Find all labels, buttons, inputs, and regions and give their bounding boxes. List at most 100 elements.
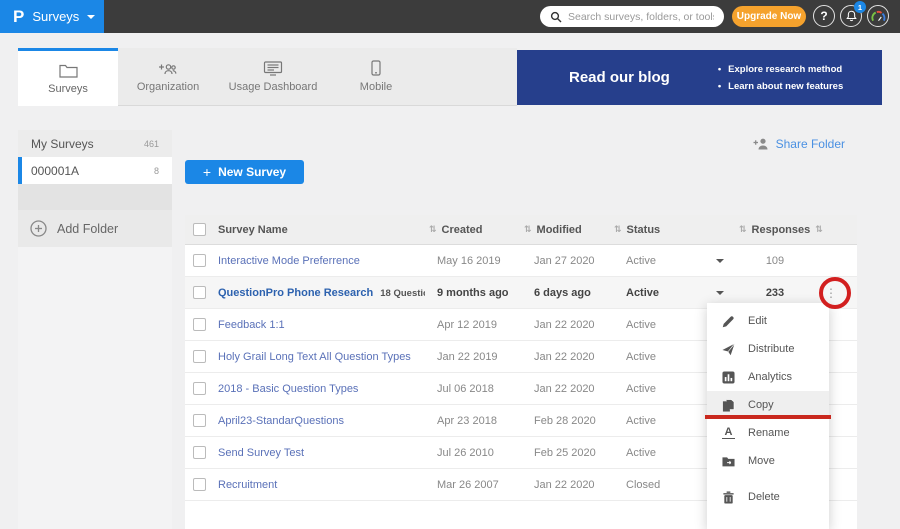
notifications-button[interactable]: 1 bbox=[840, 5, 862, 27]
status-cell: Active bbox=[610, 351, 705, 363]
survey-name-link[interactable]: Recruitment bbox=[215, 479, 425, 491]
header-survey-name[interactable]: Survey Name bbox=[215, 224, 425, 236]
share-folder-label: Share Folder bbox=[776, 137, 845, 151]
tab-usage-dashboard[interactable]: Usage Dashboard bbox=[218, 48, 328, 106]
status-cell: Active bbox=[610, 287, 705, 299]
row-checkbox[interactable] bbox=[193, 382, 206, 395]
survey-name-link[interactable]: April23-StandarQuestions bbox=[215, 415, 425, 427]
created-cell: May 16 2019 bbox=[425, 255, 520, 267]
created-cell: Jan 22 2019 bbox=[425, 351, 520, 363]
pencil-icon bbox=[722, 315, 735, 328]
row-checkbox[interactable] bbox=[193, 478, 206, 491]
banner-bullet: Explore research method bbox=[718, 61, 843, 78]
global-search bbox=[540, 6, 724, 27]
add-folder-label: Add Folder bbox=[57, 222, 118, 236]
share-person-icon bbox=[753, 138, 769, 150]
rename-icon: A bbox=[722, 427, 735, 439]
annotation-underline-copy bbox=[705, 415, 831, 419]
sort-icon[interactable]: ⇅ bbox=[614, 224, 622, 235]
sort-icon[interactable]: ⇅ bbox=[739, 224, 747, 235]
row-checkbox[interactable] bbox=[193, 318, 206, 331]
search-input[interactable] bbox=[568, 11, 714, 23]
header-status[interactable]: ⇅ Status bbox=[610, 224, 705, 236]
sidebar-item-000001a[interactable]: 000001A 8 bbox=[18, 157, 172, 184]
row-checkbox[interactable] bbox=[193, 414, 206, 427]
tab-mobile[interactable]: Mobile bbox=[328, 48, 424, 106]
menu-item-move[interactable]: Move bbox=[707, 447, 829, 475]
banner-bullet: Learn about new features bbox=[718, 78, 843, 95]
survey-name-link[interactable]: QuestionPro Phone Research18 Questions bbox=[215, 287, 425, 299]
status-cell: Closed bbox=[610, 479, 705, 491]
survey-name-link[interactable]: Feedback 1:1 bbox=[215, 319, 425, 331]
modified-cell: Jan 22 2020 bbox=[520, 383, 610, 395]
usage-meter-button[interactable] bbox=[867, 5, 889, 27]
modified-cell: Jan 22 2020 bbox=[520, 479, 610, 491]
folder-label: My Surveys bbox=[31, 137, 94, 151]
tab-surveys[interactable]: Surveys bbox=[18, 48, 118, 106]
status-dropdown-caret[interactable] bbox=[716, 291, 724, 295]
sort-icon[interactable]: ⇅ bbox=[815, 224, 823, 235]
header-created[interactable]: ⇅ Created bbox=[425, 224, 520, 236]
table-header-row: Survey Name ⇅ Created ⇅ Modified ⇅ Statu… bbox=[185, 215, 857, 245]
blog-banner[interactable]: Read our blog Explore research method Le… bbox=[517, 50, 882, 105]
survey-name-link[interactable]: Holy Grail Long Text All Question Types bbox=[215, 351, 425, 363]
status-cell: Active bbox=[610, 319, 705, 331]
menu-item-analytics[interactable]: Analytics bbox=[707, 363, 829, 391]
tab-label: Surveys bbox=[48, 83, 88, 95]
menu-item-delete[interactable]: Delete bbox=[707, 483, 829, 511]
chevron-down-icon bbox=[87, 15, 95, 19]
created-cell: 9 months ago bbox=[425, 287, 520, 299]
paper-plane-icon bbox=[722, 343, 735, 356]
banner-bullet-list: Explore research method Learn about new … bbox=[718, 61, 843, 95]
select-all-checkbox[interactable] bbox=[193, 223, 206, 236]
menu-item-edit[interactable]: Edit bbox=[707, 307, 829, 335]
responses-cell: 233 bbox=[735, 287, 805, 299]
status-cell: Active bbox=[610, 383, 705, 395]
mobile-phone-icon bbox=[370, 60, 382, 76]
sort-icon[interactable]: ⇅ bbox=[429, 224, 437, 235]
help-button[interactable]: ? bbox=[813, 5, 835, 27]
tab-organization[interactable]: Organization bbox=[118, 48, 218, 106]
row-checkbox[interactable] bbox=[193, 286, 206, 299]
tab-label: Mobile bbox=[360, 81, 392, 93]
created-cell: Mar 26 2007 bbox=[425, 479, 520, 491]
add-folder-button[interactable]: Add Folder bbox=[18, 210, 172, 247]
row-checkbox[interactable] bbox=[193, 350, 206, 363]
top-bar: P Surveys Upgrade Now ? 1 bbox=[0, 0, 900, 33]
folders-sidebar: My Surveys 461 000001A 8 Add Folder bbox=[18, 130, 172, 529]
survey-name-link[interactable]: Send Survey Test bbox=[215, 447, 425, 459]
modified-cell: Jan 22 2020 bbox=[520, 351, 610, 363]
tabstrip-filler bbox=[424, 48, 517, 106]
product-menu[interactable]: P Surveys bbox=[0, 0, 104, 33]
survey-name-link[interactable]: Interactive Mode Preferrence bbox=[215, 255, 425, 267]
status-cell: Active bbox=[610, 447, 705, 459]
row-checkbox[interactable] bbox=[193, 254, 206, 267]
folder-label: 000001A bbox=[31, 164, 79, 178]
created-cell: Apr 23 2018 bbox=[425, 415, 520, 427]
sidebar-spacer bbox=[18, 184, 172, 210]
move-folder-icon bbox=[722, 455, 735, 468]
folder-count: 8 bbox=[154, 166, 159, 176]
copy-icon bbox=[722, 399, 735, 412]
header-modified[interactable]: ⇅ Modified bbox=[520, 224, 610, 236]
tab-label: Organization bbox=[137, 81, 199, 93]
folder-count: 461 bbox=[144, 139, 159, 149]
sidebar-item-my-surveys[interactable]: My Surveys 461 bbox=[18, 130, 172, 157]
gauge-icon bbox=[871, 10, 886, 23]
search-icon bbox=[550, 11, 562, 23]
share-folder-link[interactable]: Share Folder bbox=[753, 137, 845, 151]
organization-icon bbox=[158, 61, 178, 76]
new-survey-button[interactable]: + New Survey bbox=[185, 160, 304, 184]
row-checkbox[interactable] bbox=[193, 446, 206, 459]
sort-icon[interactable]: ⇅ bbox=[524, 224, 532, 235]
menu-item-rename[interactable]: A Rename bbox=[707, 419, 829, 447]
menu-item-distribute[interactable]: Distribute bbox=[707, 335, 829, 363]
modified-cell: Jan 27 2020 bbox=[520, 255, 610, 267]
upgrade-now-button[interactable]: Upgrade Now bbox=[732, 6, 806, 27]
row-actions-kebab-icon[interactable]: ⋮ bbox=[805, 286, 857, 300]
status-dropdown-caret[interactable] bbox=[716, 259, 724, 263]
survey-name-link[interactable]: 2018 - Basic Question Types bbox=[215, 383, 425, 395]
questionpro-surveys-page: P Surveys Upgrade Now ? 1 bbox=[0, 0, 900, 529]
bar-chart-icon bbox=[722, 371, 735, 384]
header-responses[interactable]: ⇅ Responses ⇅ bbox=[735, 224, 805, 236]
